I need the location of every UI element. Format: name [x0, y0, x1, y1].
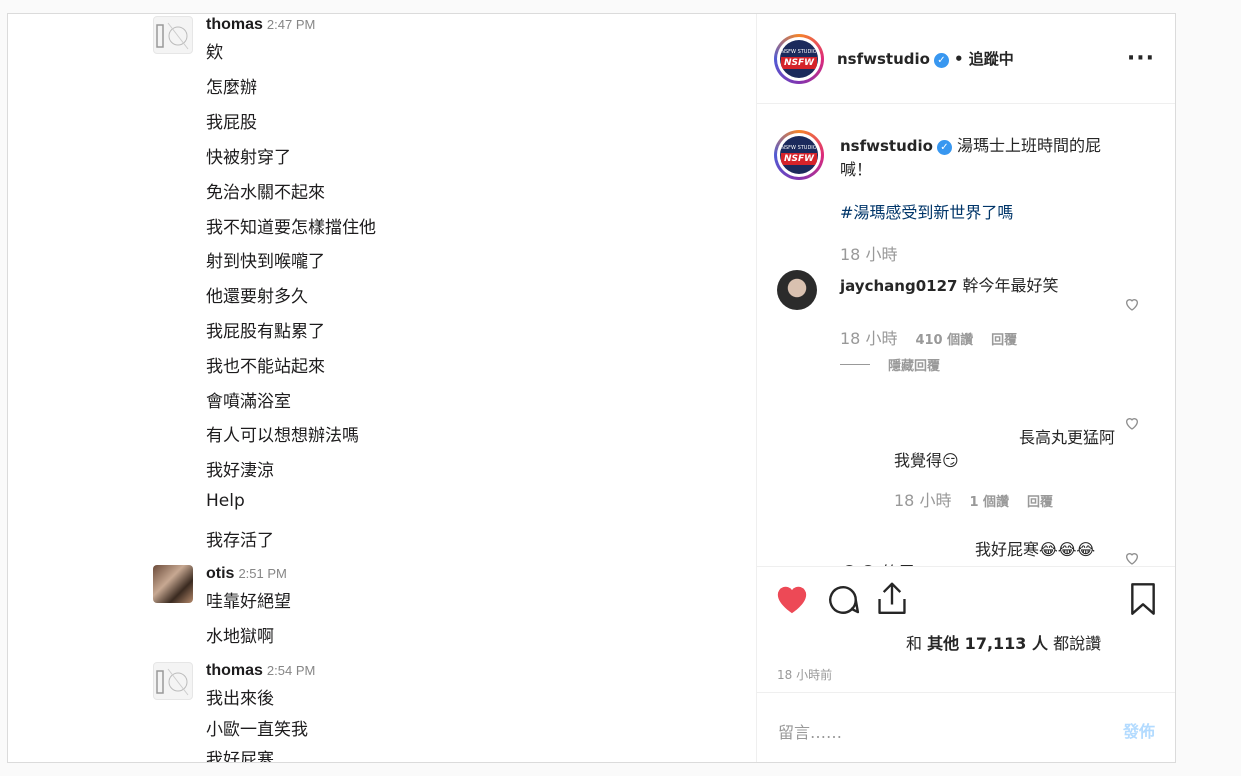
verified-badge-icon: ✓ [933, 53, 949, 68]
chat-line: 欸 [206, 43, 223, 63]
avatar [153, 662, 193, 700]
bookmark-icon[interactable] [1129, 583, 1157, 615]
comment-like-icon[interactable] [1124, 415, 1140, 431]
comment: jaychang0127 幹今年最好笑 [840, 274, 1059, 298]
verified-badge-icon: ✓ [936, 140, 952, 155]
post-modal: thomas 2:47 PM 欸 怎麼辦 我屁股 快被射穿了 免治水關不起來 我不… [7, 13, 1176, 763]
caption-time: 18 小時 [840, 245, 898, 264]
header-username[interactable]: nsfwstudio [837, 50, 930, 68]
chat-time: 2:51 PM [238, 566, 287, 581]
comment-time: 18 小時 [840, 329, 898, 348]
likes-count[interactable]: 其他 17,113 人 [927, 634, 1048, 653]
chat-line: 有人可以想想辦法嗎 [206, 426, 359, 446]
comment-like-icon[interactable] [1124, 550, 1140, 566]
comment-meta: 18 小時 410 個讚 回覆 [840, 325, 1017, 349]
caption-hashtag[interactable]: #湯瑪感受到新世界了嗎 [840, 201, 1013, 224]
caption: nsfwstudio ✓ 湯瑪士上班時間的屁喊！ [840, 134, 1130, 181]
comment-likes[interactable]: 410 個讚 [915, 333, 973, 348]
chat-line: 快被射穿了 [206, 148, 291, 168]
chat-line: 我屁股 [206, 113, 257, 133]
chat-line: 他還要射多久 [206, 287, 308, 307]
hide-replies-button[interactable]: 隱藏回覆 [840, 355, 940, 374]
chat-line: 我出來後 [206, 689, 274, 709]
header-separator: • [954, 50, 964, 68]
post-header: NSFW STUDIO NSFW nsfwstudio ✓ • 追蹤中 ··· [757, 14, 1175, 104]
comment-username[interactable]: jaychang0127 [840, 277, 957, 295]
follow-status-button[interactable]: 追蹤中 [969, 50, 1014, 68]
chat-line: 哇靠好絕望 [206, 592, 291, 612]
post-image[interactable]: thomas 2:47 PM 欸 怎麼辦 我屁股 快被射穿了 免治水關不起來 我不… [8, 14, 757, 763]
caption-username[interactable]: nsfwstudio [840, 137, 933, 155]
profile-avatar[interactable]: NSFW STUDIO NSFW [774, 34, 824, 84]
reply-text: 我好屁寒😂😂😂😂😂 笑屎 [840, 540, 1096, 566]
commenter-avatar[interactable] [777, 270, 817, 310]
chat-line: 射到快到喉嚨了 [206, 252, 325, 272]
comment-bubble-icon[interactable] [826, 583, 860, 617]
chat-line: 小歐一直笑我 [206, 720, 308, 740]
reply-button[interactable]: 回覆 [1027, 495, 1053, 510]
likes-summary[interactable]: 和 其他 17,113 人 都說讚 [906, 630, 1101, 654]
chat-time: 2:47 PM [266, 17, 316, 32]
chat-line: 我存活了 [206, 531, 274, 551]
comment-like-icon[interactable] [1124, 296, 1140, 312]
chat-sender: thomas 2:47 PM [206, 16, 316, 33]
reply-time: 18 小時 [894, 491, 952, 510]
chat-line: 我也不能站起來 [206, 357, 325, 377]
reply-text: 長高丸更猛阿我覺得😏 [894, 428, 1116, 470]
post-details-panel: NSFW STUDIO NSFW nsfwstudio ✓ • 追蹤中 ··· NS… [757, 14, 1175, 762]
post-actions: 和 其他 17,113 人 都說讚 18 小時前 [757, 566, 1175, 694]
reply-likes[interactable]: 1 個讚 [969, 495, 1009, 510]
chat-sender: otis 2:51 PM [206, 565, 287, 582]
chat-line: 水地獄啊 [206, 627, 274, 647]
reply-meta: 18 小時 1 個讚 回覆 [894, 487, 1053, 511]
reply-comment: 我好屁寒😂😂😂😂😂 笑屎 [840, 538, 1110, 566]
avatar [153, 565, 193, 603]
reply-button[interactable]: 回覆 [991, 333, 1017, 348]
chat-line: 我不知道要怎樣擋住他 [206, 218, 376, 238]
chat-time: 2:54 PM [266, 663, 316, 678]
chat-line: 我屁股有點累了 [206, 322, 325, 342]
comment-text: 幹今年最好笑 [962, 276, 1059, 295]
comment-compose: 留言…… 發佈 [757, 692, 1175, 762]
chat-sender: thomas 2:54 PM [206, 662, 316, 679]
chat-line: 我好屁寒 [206, 750, 274, 763]
chat-line: 我好淒涼 [206, 461, 274, 481]
more-options-icon[interactable]: ··· [1127, 46, 1155, 71]
post-timestamp: 18 小時前 [777, 668, 833, 682]
reply-comment: 長高丸更猛阿我覺得😏 [894, 426, 1124, 472]
caption-avatar[interactable]: NSFW STUDIO NSFW [774, 130, 824, 180]
chat-line: 免治水關不起來 [206, 183, 325, 203]
chat-line: Help [206, 491, 245, 511]
post-comment-button[interactable]: 發佈 [1123, 718, 1155, 742]
chat-line: 怎麼辦 [206, 78, 257, 98]
chat-line: 會噴滿浴室 [206, 392, 291, 412]
comment-input[interactable]: 留言…… [778, 719, 842, 743]
like-heart-icon[interactable] [775, 583, 809, 615]
header-user-row: nsfwstudio ✓ • 追蹤中 [837, 48, 1014, 69]
comments-list[interactable]: NSFW STUDIO NSFW nsfwstudio ✓ 湯瑪士上班時間的屁喊！ … [757, 104, 1175, 566]
avatar [153, 16, 193, 54]
share-icon[interactable] [875, 581, 909, 617]
